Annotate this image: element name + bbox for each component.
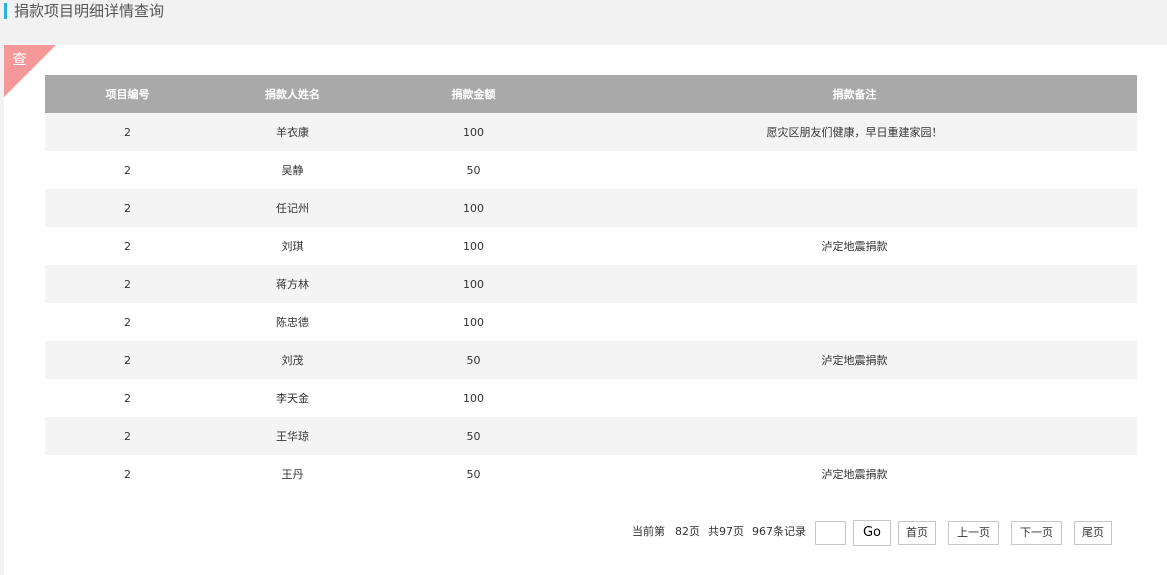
cell-project-id: 2 (45, 341, 210, 379)
page-header: 捐款项目明细详情查询 (0, 0, 1167, 45)
cell-amount: 100 (375, 379, 572, 417)
column-header-remark: 捐款备注 (572, 75, 1137, 113)
header-accent-bar (4, 3, 7, 19)
cell-remark (572, 417, 1137, 455)
last-page-button[interactable]: 尾页 (1074, 521, 1112, 545)
cell-project-id: 2 (45, 113, 210, 151)
first-page-button[interactable]: 首页 (898, 521, 936, 545)
cell-project-id: 2 (45, 151, 210, 189)
cell-donor-name: 王丹 (210, 455, 375, 493)
cell-donor-name: 吴静 (210, 151, 375, 189)
cell-donor-name: 陈忠德 (210, 303, 375, 341)
table-row: 2 李天金 100 (45, 379, 1137, 417)
cell-project-id: 2 (45, 265, 210, 303)
table-row: 2 吴静 50 (45, 151, 1137, 189)
table-row: 2 刘茂 50 泸定地震捐款 (45, 341, 1137, 379)
table-row: 2 蒋方林 100 (45, 265, 1137, 303)
cell-remark (572, 151, 1137, 189)
cell-amount: 50 (375, 341, 572, 379)
go-button[interactable]: Go (853, 520, 891, 546)
cell-remark: 愿灾区朋友们健康，早日重建家园！ (572, 113, 1137, 151)
cell-amount: 100 (375, 265, 572, 303)
table-row: 2 任记州 100 (45, 189, 1137, 227)
column-header-amount: 捐款金额 (375, 75, 572, 113)
table-row: 2 陈忠德 100 (45, 303, 1137, 341)
cell-donor-name: 王华琼 (210, 417, 375, 455)
table-header-row: 项目编号 捐款人姓名 捐款金额 捐款备注 (45, 75, 1137, 113)
cell-project-id: 2 (45, 227, 210, 265)
cell-project-id: 2 (45, 455, 210, 493)
next-page-button[interactable]: 下一页 (1011, 521, 1062, 545)
cell-amount: 100 (375, 227, 572, 265)
pager-current-prefix: 当前第 (632, 525, 665, 538)
column-header-project-id: 项目编号 (45, 75, 210, 113)
cell-remark: 泸定地震捐款 (572, 227, 1137, 265)
table-row: 2 羊衣康 100 愿灾区朋友们健康，早日重建家园！ (45, 113, 1137, 151)
table-row: 2 王华琼 50 (45, 417, 1137, 455)
page-title: 捐款项目明细详情查询 (14, 2, 165, 20)
pager-total-records: 967条记录 (752, 525, 806, 538)
cell-donor-name: 李天金 (210, 379, 375, 417)
cell-remark (572, 189, 1137, 227)
cell-donor-name: 刘琪 (210, 227, 375, 265)
query-corner-label: 查 (12, 50, 28, 68)
cell-remark: 泸定地震捐款 (572, 455, 1137, 493)
pager-current-page: 82页 (675, 525, 700, 538)
page-number-input[interactable] (815, 521, 846, 545)
column-header-donor-name: 捐款人姓名 (210, 75, 375, 113)
cell-remark (572, 379, 1137, 417)
cell-amount: 100 (375, 113, 572, 151)
cell-amount: 50 (375, 151, 572, 189)
cell-donor-name: 羊衣康 (210, 113, 375, 151)
prev-page-button[interactable]: 上一页 (948, 521, 999, 545)
cell-remark (572, 265, 1137, 303)
cell-remark (572, 303, 1137, 341)
cell-project-id: 2 (45, 303, 210, 341)
donation-detail-table: 项目编号 捐款人姓名 捐款金额 捐款备注 2 羊衣康 100 愿灾区朋友们健康，… (45, 75, 1137, 493)
pager-total-pages: 共97页 (708, 525, 744, 538)
cell-amount: 100 (375, 303, 572, 341)
cell-project-id: 2 (45, 189, 210, 227)
cell-amount: 50 (375, 455, 572, 493)
table-row: 2 刘琪 100 泸定地震捐款 (45, 227, 1137, 265)
cell-amount: 100 (375, 189, 572, 227)
cell-remark: 泸定地震捐款 (572, 341, 1137, 379)
cell-donor-name: 蒋方林 (210, 265, 375, 303)
cell-project-id: 2 (45, 417, 210, 455)
cell-donor-name: 任记州 (210, 189, 375, 227)
cell-donor-name: 刘茂 (210, 341, 375, 379)
cell-project-id: 2 (45, 379, 210, 417)
table-row: 2 王丹 50 泸定地震捐款 (45, 455, 1137, 493)
cell-amount: 50 (375, 417, 572, 455)
